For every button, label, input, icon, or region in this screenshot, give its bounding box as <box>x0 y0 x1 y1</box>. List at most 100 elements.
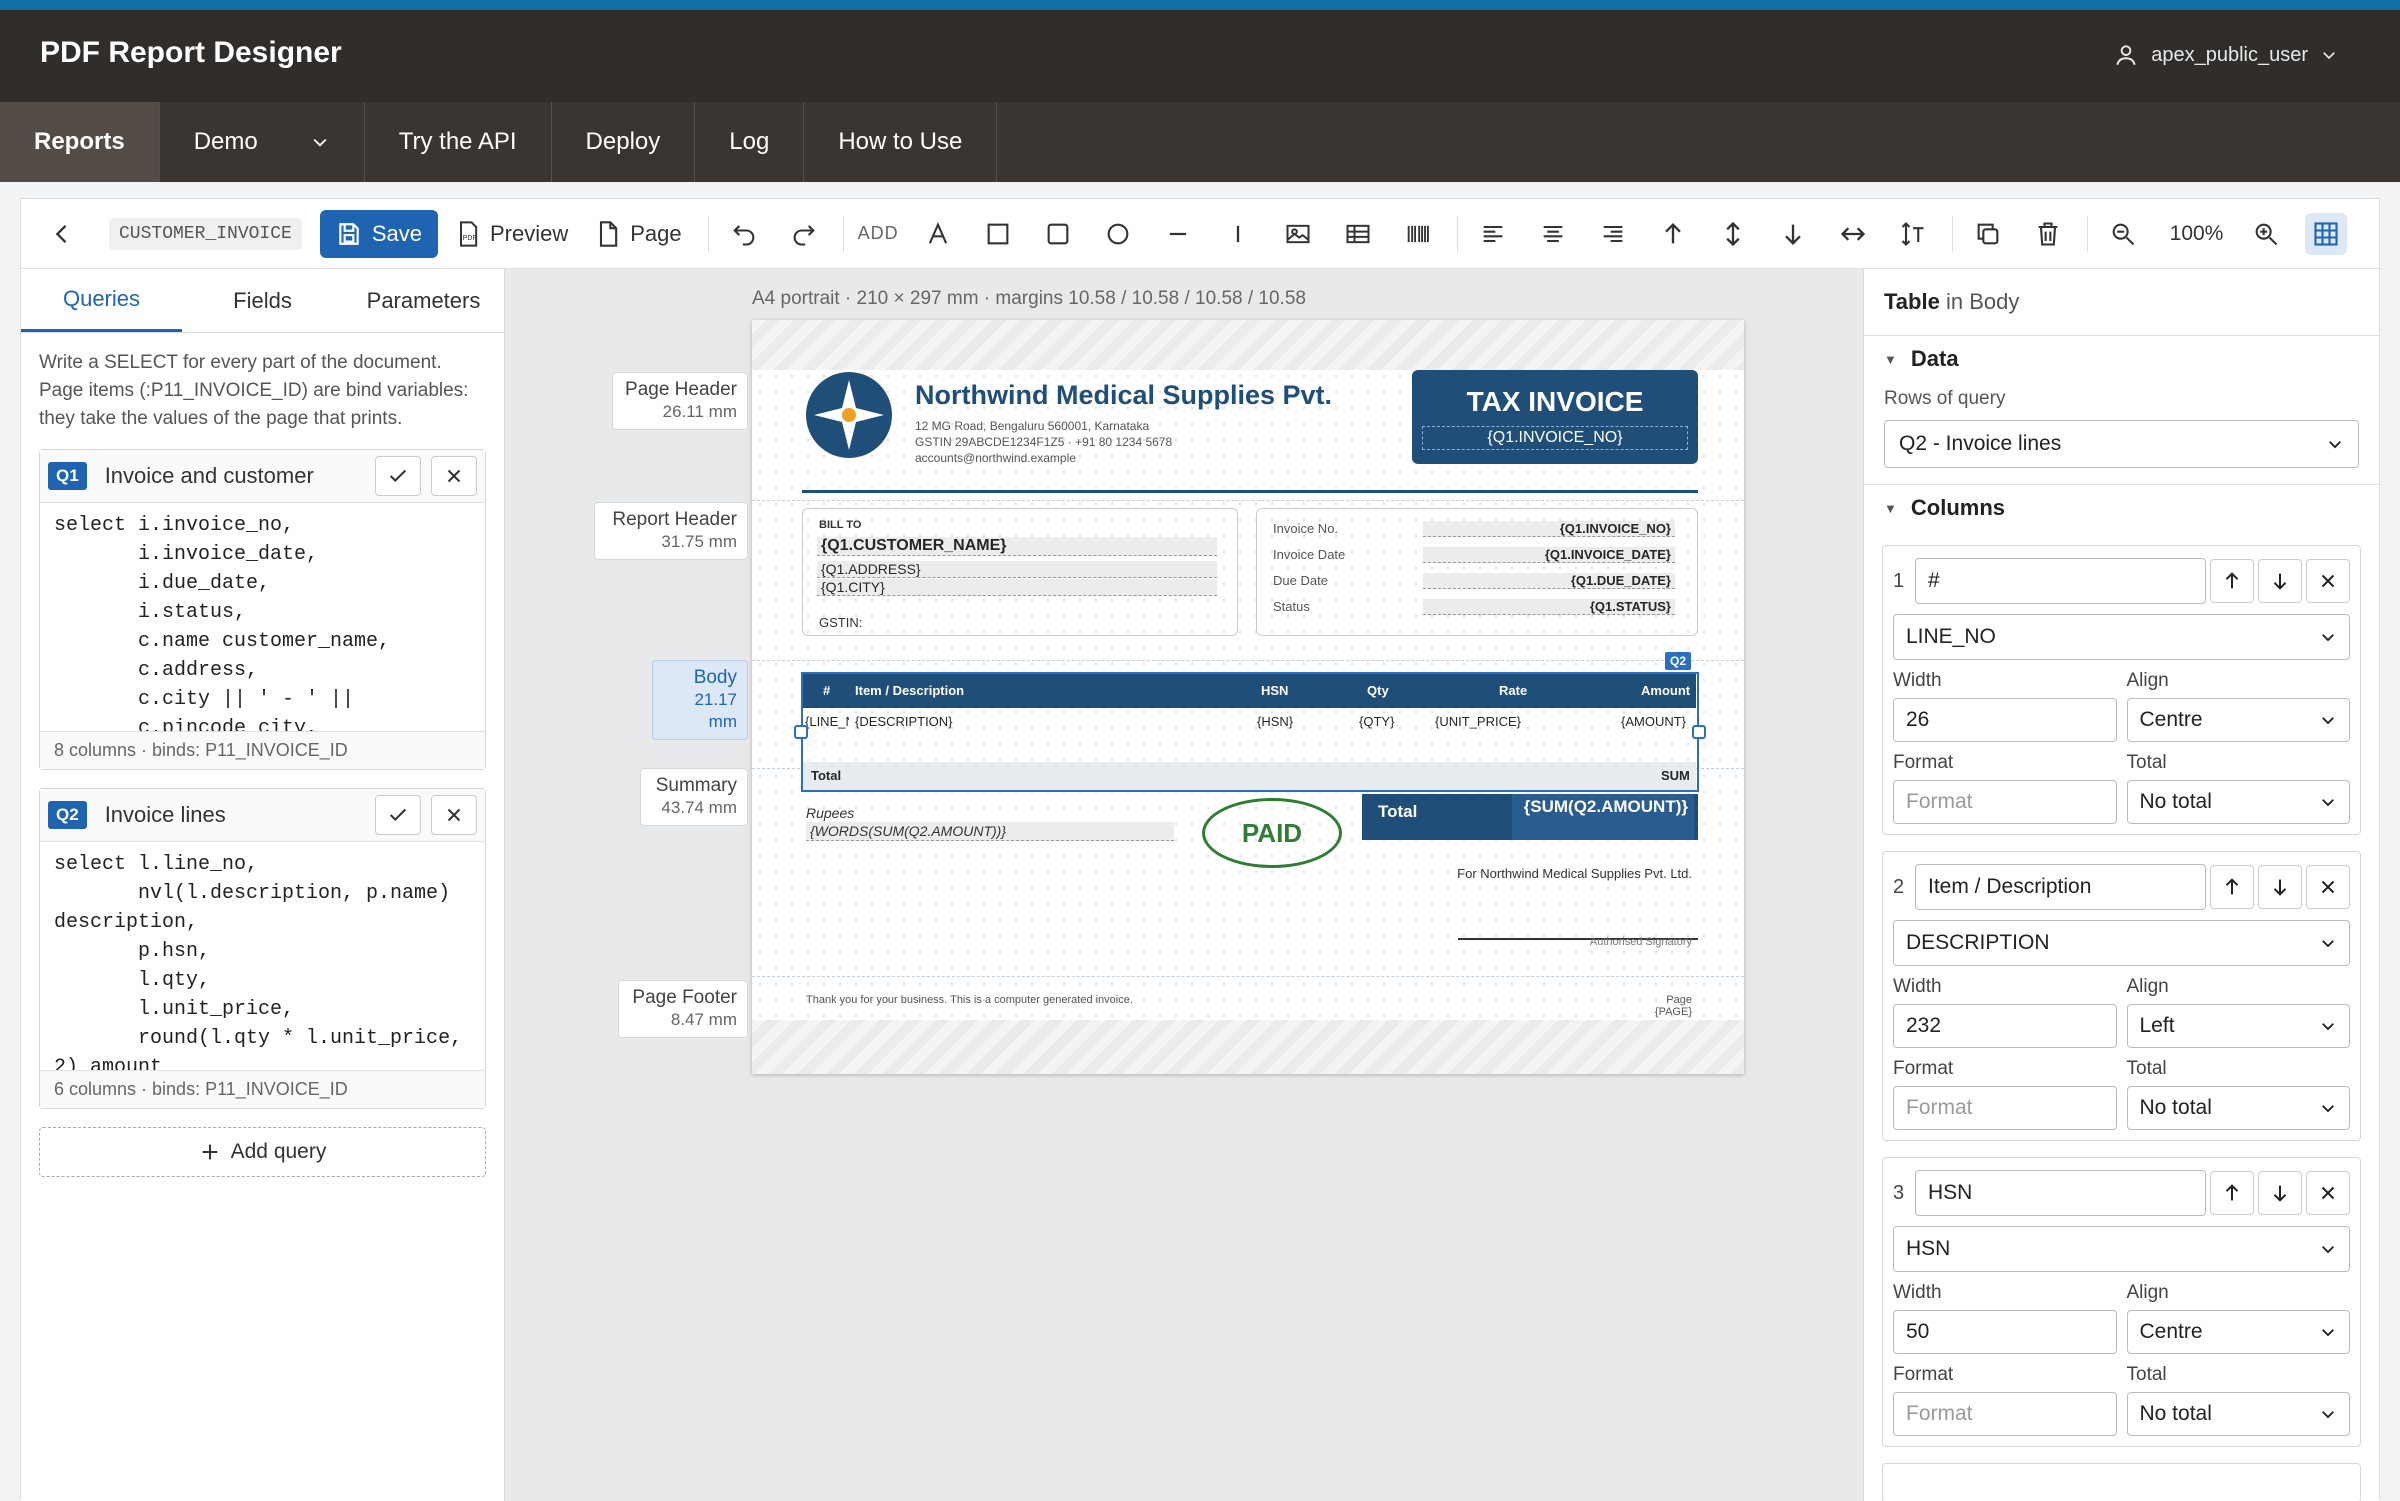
add-query-button[interactable]: Add query <box>39 1127 486 1177</box>
align-middle-button[interactable] <box>1712 213 1754 255</box>
query-sql-editor[interactable]: select l.line_no, nvl(l.description, p.n… <box>40 841 485 1071</box>
total-select[interactable]: No total <box>2126 1392 2350 1436</box>
footer-text[interactable]: Thank you for your business. This is a c… <box>806 994 1133 1006</box>
grid-toggle-button[interactable] <box>2305 212 2348 255</box>
tax-invoice-box[interactable]: TAX INVOICE {Q1.INVOICE_NO} <box>1412 370 1698 464</box>
delete-query-button[interactable] <box>431 795 477 835</box>
band-page-footer[interactable]: Page Footer 8.47 mm <box>618 980 748 1038</box>
rows-of-query-select[interactable]: Q2 - Invoice lines <box>1884 420 2359 468</box>
authorised-signatory[interactable]: Authorised Signatory <box>1590 936 1692 948</box>
format-input[interactable]: Format <box>1893 1392 2117 1436</box>
align-right-button[interactable] <box>1592 213 1634 255</box>
apply-query-button[interactable] <box>375 795 421 835</box>
tab-parameters[interactable]: Parameters <box>343 269 504 332</box>
align-select[interactable]: Centre <box>2126 1310 2350 1354</box>
preview-button[interactable]: PDF Preview <box>454 220 568 248</box>
delete-button[interactable] <box>2027 213 2069 255</box>
add-ellipse-button[interactable] <box>1097 213 1139 255</box>
duplicate-button[interactable] <box>1967 213 2009 255</box>
data-section-header[interactable]: ▼ Data <box>1864 335 2379 382</box>
invoice-date-value[interactable]: {Q1.INVOICE_DATE} <box>1423 547 1675 563</box>
nav-tab-try-api[interactable]: Try the API <box>365 102 552 182</box>
save-button[interactable]: Save <box>319 209 438 258</box>
company-logo[interactable] <box>806 372 892 458</box>
signature-for-text[interactable]: For Northwind Medical Supplies Pvt. Ltd. <box>1457 866 1692 881</box>
remove-column-button[interactable] <box>2306 865 2350 909</box>
add-table-button[interactable] <box>1337 213 1379 255</box>
width-input[interactable]: 232 <box>1893 1004 2117 1048</box>
column-field-select[interactable]: LINE_NO <box>1893 614 2350 660</box>
move-down-button[interactable] <box>2258 559 2302 603</box>
text-height-button[interactable] <box>1892 213 1934 255</box>
nav-tab-demo[interactable]: Demo <box>160 102 365 182</box>
move-up-button[interactable] <box>2210 1171 2254 1215</box>
header-rule[interactable] <box>802 490 1698 493</box>
band-report-header[interactable]: Report Header 31.75 mm <box>594 502 748 560</box>
band-page-header[interactable]: Page Header 26.11 mm <box>612 372 748 430</box>
format-input[interactable]: Format <box>1893 780 2117 824</box>
company-name[interactable]: Northwind Medical Supplies Pvt. <box>915 380 1332 411</box>
report-page[interactable]: Northwind Medical Supplies Pvt. 12 MG Ro… <box>752 320 1744 1074</box>
apply-query-button[interactable] <box>375 456 421 496</box>
add-image-button[interactable] <box>1277 213 1319 255</box>
move-down-button[interactable] <box>2258 865 2302 909</box>
company-address[interactable]: 12 MG Road, Bengaluru 560001, Karnataka G… <box>915 418 1172 466</box>
nav-tab-deploy[interactable]: Deploy <box>552 102 696 182</box>
move-down-button[interactable] <box>2258 1171 2302 1215</box>
columns-section-header[interactable]: ▼ Columns <box>1864 484 2379 531</box>
column-header-input[interactable]: Item / Description <box>1915 864 2206 910</box>
add-hline-button[interactable] <box>1157 213 1199 255</box>
nav-tab-log[interactable]: Log <box>695 102 805 182</box>
invoice-lines-table[interactable]: # Item / Description HSN Qty Rate Amount… <box>801 672 1699 792</box>
resize-handle-right[interactable] <box>1692 725 1706 739</box>
city-field[interactable]: {Q1.CITY} <box>817 579 1217 596</box>
chevron-down-icon[interactable] <box>310 132 330 152</box>
amount-in-words[interactable]: Rupees {WORDS(SUM(Q2.AMOUNT))} <box>806 804 1174 841</box>
add-field-button[interactable] <box>977 213 1019 255</box>
resize-handle-left[interactable] <box>794 725 808 739</box>
page-button[interactable]: Page <box>594 220 682 248</box>
query-sql-editor[interactable]: select i.invoice_no, i.invoice_date, i.d… <box>40 502 485 732</box>
back-button[interactable] <box>41 213 83 255</box>
align-left-button[interactable] <box>1472 213 1514 255</box>
width-input[interactable]: 50 <box>1893 1310 2117 1354</box>
total-select[interactable]: No total <box>2126 1086 2350 1130</box>
remove-column-button[interactable] <box>2306 1171 2350 1215</box>
nav-tab-how-to-use[interactable]: How to Use <box>804 102 998 182</box>
invoice-no-value[interactable]: {Q1.INVOICE_NO} <box>1423 521 1675 537</box>
tab-queries[interactable]: Queries <box>21 269 182 332</box>
band-body[interactable]: Body 21.17 mm <box>652 660 748 740</box>
format-input[interactable]: Format <box>1893 1086 2117 1130</box>
align-select[interactable]: Centre <box>2126 698 2350 742</box>
add-vline-button[interactable] <box>1217 213 1259 255</box>
delete-query-button[interactable] <box>431 456 477 496</box>
column-header-input[interactable]: HSN <box>1915 1170 2206 1216</box>
band-summary[interactable]: Summary 43.74 mm <box>640 768 748 826</box>
page-number[interactable]: Page {PAGE} <box>1655 994 1692 1018</box>
width-input[interactable]: 26 <box>1893 698 2117 742</box>
invoice-details-box[interactable]: Invoice No. {Q1.INVOICE_NO} Invoice Date… <box>1256 508 1698 636</box>
move-up-button[interactable] <box>2210 559 2254 603</box>
customer-name-field[interactable]: {Q1.CUSTOMER_NAME} <box>817 537 1217 556</box>
align-select[interactable]: Left <box>2126 1004 2350 1048</box>
zoom-out-button[interactable] <box>2102 213 2144 255</box>
column-header-input[interactable]: # <box>1915 558 2206 604</box>
align-top-button[interactable] <box>1652 213 1694 255</box>
tab-fields[interactable]: Fields <box>182 269 343 332</box>
user-menu[interactable]: apex_public_user <box>2113 42 2350 68</box>
align-center-button[interactable] <box>1532 213 1574 255</box>
add-text-button[interactable] <box>917 213 959 255</box>
status-value[interactable]: {Q1.STATUS} <box>1423 599 1675 615</box>
total-select[interactable]: No total <box>2126 780 2350 824</box>
redo-button[interactable] <box>783 213 825 255</box>
move-up-button[interactable] <box>2210 865 2254 909</box>
add-rectangle-button[interactable] <box>1037 213 1079 255</box>
grand-total-box[interactable]: Total {SUM(Q2.AMOUNT)} <box>1362 794 1698 840</box>
nav-tab-reports[interactable]: Reports <box>0 102 160 182</box>
address-field[interactable]: {Q1.ADDRESS} <box>817 561 1217 578</box>
due-date-value[interactable]: {Q1.DUE_DATE} <box>1423 573 1675 589</box>
undo-button[interactable] <box>723 213 765 255</box>
align-bottom-button[interactable] <box>1772 213 1814 255</box>
remove-column-button[interactable] <box>2306 559 2350 603</box>
add-barcode-button[interactable] <box>1397 213 1439 255</box>
